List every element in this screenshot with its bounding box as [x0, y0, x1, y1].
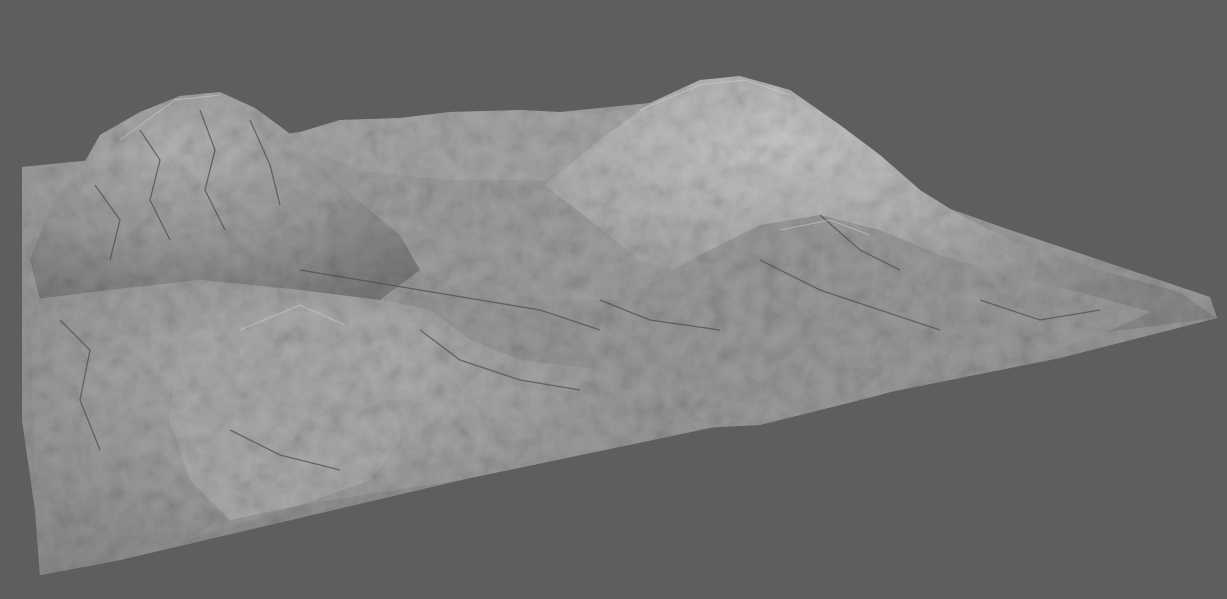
- 3d-viewport[interactable]: [0, 0, 1227, 599]
- terrain-mesh[interactable]: [0, 0, 1227, 599]
